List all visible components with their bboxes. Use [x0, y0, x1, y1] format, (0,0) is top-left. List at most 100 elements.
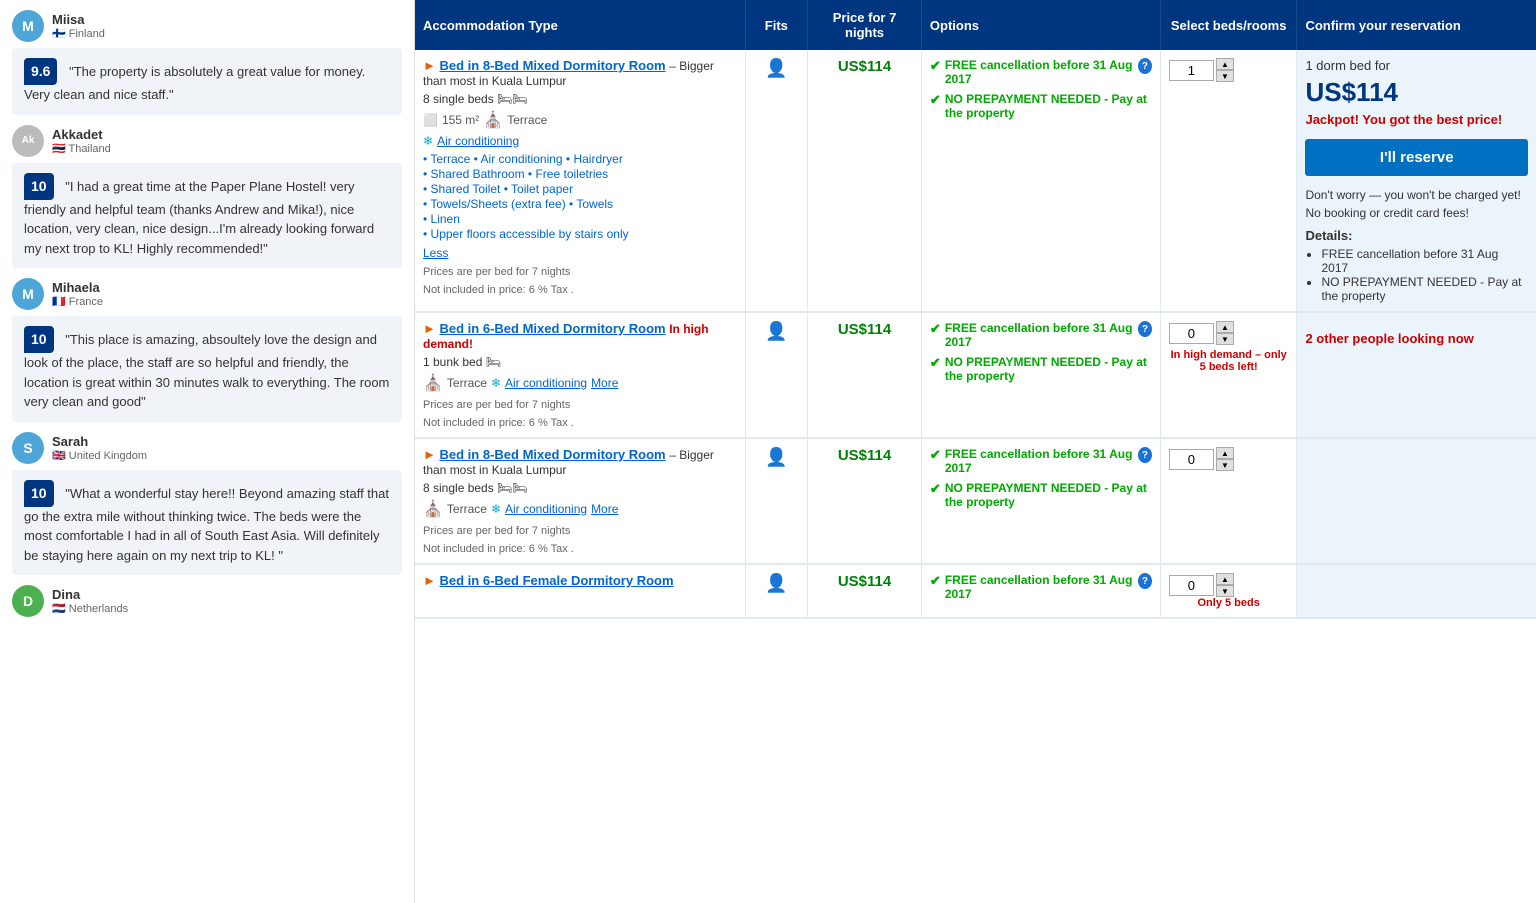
reviewer-name-miisa: Miisa	[52, 12, 105, 27]
reviewer-country-miisa: 🇫🇮 Finland	[52, 27, 105, 40]
reviewer-name-akkadet: Akkadet	[52, 127, 111, 142]
help-icon-4[interactable]: ?	[1138, 573, 1152, 589]
amenity-1-5: Linen	[423, 212, 737, 226]
price-value-1: US$114	[838, 58, 891, 75]
qty-wrapper-1: ▲ ▼	[1169, 58, 1289, 82]
table-row: ► Bed in 8-Bed Mixed Dormitory Room – Bi…	[415, 438, 1536, 564]
person-icon-4: 👤	[765, 573, 787, 593]
size-label-1: 155 m²	[442, 113, 479, 127]
options-cell-1: ✔ FREE cancellation before 31 Aug 2017 ?…	[921, 50, 1160, 312]
person-icon-2: 👤	[765, 321, 787, 341]
header-price: Price for 7 nights	[808, 0, 922, 50]
qty-up-3[interactable]: ▲	[1216, 447, 1234, 459]
beds-info-1: 8 single beds 🛏🛏	[423, 92, 737, 106]
table-header-row: Accommodation Type Fits Price for 7 nigh…	[415, 0, 1536, 50]
room-features-3: ⛪ Terrace ❄ Air conditioning More	[423, 499, 737, 519]
room-title-link-2[interactable]: Bed in 6-Bed Mixed Dormitory Room	[440, 321, 666, 336]
qty-wrapper-2: ▲ ▼	[1169, 321, 1289, 345]
qty-wrapper-4: ▲ ▼	[1169, 573, 1289, 597]
option-free-cancel-4: ✔ FREE cancellation before 31 Aug 2017 ?	[930, 573, 1152, 601]
details-label-1: Details:	[1305, 228, 1528, 243]
reviewer-name-sarah: Sarah	[52, 434, 147, 449]
review-text-1: "The property is absolutely a great valu…	[24, 64, 365, 102]
no-prepay-text-2: NO PREPAYMENT NEEDED - Pay at the proper…	[945, 355, 1152, 383]
room-title-link-3[interactable]: Bed in 8-Bed Mixed Dormitory Room	[440, 447, 666, 462]
more-link-3[interactable]: More	[591, 502, 618, 516]
no-prepay-text-1: NO PREPAYMENT NEEDED - Pay at the proper…	[945, 92, 1152, 120]
checkmark-4: ✔	[930, 355, 941, 371]
details-section-1: Details: FREE cancellation before 31 Aug…	[1305, 228, 1528, 303]
qty-down-4[interactable]: ▼	[1216, 585, 1234, 597]
help-icon-2[interactable]: ?	[1138, 321, 1152, 337]
room-title-link-4[interactable]: Bed in 6-Bed Female Dormitory Room	[440, 573, 674, 588]
room-type-cell-4: ► Bed in 6-Bed Female Dormitory Room	[415, 564, 745, 618]
price-cell-4: US$114	[808, 564, 922, 618]
reviewer-header-sarah: S Sarah 🇬🇧 United Kingdom	[12, 432, 402, 464]
header-options: Options	[921, 0, 1160, 50]
review-text-2: "I had a great time at the Paper Plane H…	[24, 179, 374, 256]
demand-note-2: In high demand – only 5 beds left!	[1169, 349, 1289, 373]
review-card-2: 10 "I had a great time at the Paper Plan…	[12, 163, 402, 269]
confirm-cell-4	[1297, 564, 1536, 618]
air-conditioning-link-2[interactable]: Air conditioning	[505, 376, 587, 390]
amenity-1-4: Towels/Sheets (extra fee) • Towels	[423, 197, 737, 211]
avatar-sarah: S	[12, 432, 44, 464]
price-note2-3: Not included in price: 6 % Tax .	[423, 543, 737, 555]
reviewer-country-sarah: 🇬🇧 United Kingdom	[52, 449, 147, 462]
review-score-2: 10	[24, 173, 54, 200]
review-card-1: 9.6 "The property is absolutely a great …	[12, 48, 402, 115]
terrace-label-2: Terrace	[447, 376, 487, 390]
review-score-3: 10	[24, 326, 54, 353]
room-features-1: ⬜ 155 m² ⛪ Terrace	[423, 110, 737, 130]
reserve-button-1[interactable]: I'll reserve	[1305, 139, 1528, 176]
reviewer-country-mihaela: 🇫🇷 France	[52, 295, 103, 308]
air-conditioning-link-1[interactable]: Air conditioning	[437, 134, 519, 148]
options-cell-3: ✔ FREE cancellation before 31 Aug 2017 ?…	[921, 438, 1160, 564]
confirm-cell-2: 2 other people looking now	[1297, 312, 1536, 438]
table-row: ► Bed in 6-Bed Mixed Dormitory Room In h…	[415, 312, 1536, 438]
qty-up-4[interactable]: ▲	[1216, 573, 1234, 585]
confirm-cell-3	[1297, 438, 1536, 564]
air-conditioning-link-3[interactable]: Air conditioning	[505, 502, 587, 516]
qty-input-3[interactable]	[1169, 449, 1214, 470]
price-value-2: US$114	[838, 321, 891, 338]
qty-down-1[interactable]: ▼	[1216, 70, 1234, 82]
table-row: ► Bed in 6-Bed Female Dormitory Room 👤 U…	[415, 564, 1536, 618]
reviews-panel: M Miisa 🇫🇮 Finland 9.6 "The property is …	[0, 0, 415, 903]
avatar-miisa: M	[12, 10, 44, 42]
qty-down-2[interactable]: ▼	[1216, 333, 1234, 345]
help-icon-1[interactable]: ?	[1138, 58, 1152, 74]
qty-input-4[interactable]	[1169, 575, 1214, 596]
terrace-label-3: Terrace	[447, 502, 487, 516]
no-prepay-text-3: NO PREPAYMENT NEEDED - Pay at the proper…	[945, 481, 1152, 509]
room-type-cell-3: ► Bed in 8-Bed Mixed Dormitory Room – Bi…	[415, 438, 745, 564]
detail-item-1-1: FREE cancellation before 31 Aug 2017	[1321, 247, 1528, 275]
option-free-cancel-3: ✔ FREE cancellation before 31 Aug 2017 ?	[930, 447, 1152, 475]
help-icon-3[interactable]: ?	[1138, 447, 1152, 463]
qty-input-2[interactable]	[1169, 323, 1214, 344]
checkmark-6: ✔	[930, 481, 941, 497]
looking-now-2: 2 other people looking now	[1305, 331, 1528, 346]
qty-up-2[interactable]: ▲	[1216, 321, 1234, 333]
avatar-mihaela: M	[12, 278, 44, 310]
detail-item-1-2: NO PREPAYMENT NEEDED - Pay at the proper…	[1321, 275, 1528, 303]
price-cell-2: US$114	[808, 312, 922, 438]
qty-input-1[interactable]	[1169, 60, 1214, 81]
beds-left-note-4: Only 5 beds	[1169, 597, 1289, 609]
qty-spinner-3: ▲ ▼	[1216, 447, 1234, 471]
terrace-label-1: Terrace	[507, 113, 547, 127]
qty-down-3[interactable]: ▼	[1216, 459, 1234, 471]
room-title-link-1[interactable]: Bed in 8-Bed Mixed Dormitory Room	[440, 58, 666, 73]
room-features-2: ⛪ Terrace ❄ Air conditioning More	[423, 373, 737, 393]
header-type: Accommodation Type	[415, 0, 745, 50]
reviewer-name-dina: Dina	[52, 587, 128, 602]
more-link-2[interactable]: More	[591, 376, 618, 390]
amenity-1-1: Terrace • Air conditioning • Hairdryer	[423, 152, 737, 166]
option-no-prepay-1: ✔ NO PREPAYMENT NEEDED - Pay at the prop…	[930, 92, 1152, 120]
qty-up-1[interactable]: ▲	[1216, 58, 1234, 70]
no-charge-msg-1: Don't worry — you won't be charged yet!	[1305, 188, 1528, 202]
less-link-1[interactable]: Less	[423, 246, 448, 260]
checkmark-1: ✔	[930, 58, 941, 74]
no-fees-msg-1: No booking or credit card fees!	[1305, 206, 1528, 220]
reviewer-name-mihaela: Mihaela	[52, 280, 103, 295]
